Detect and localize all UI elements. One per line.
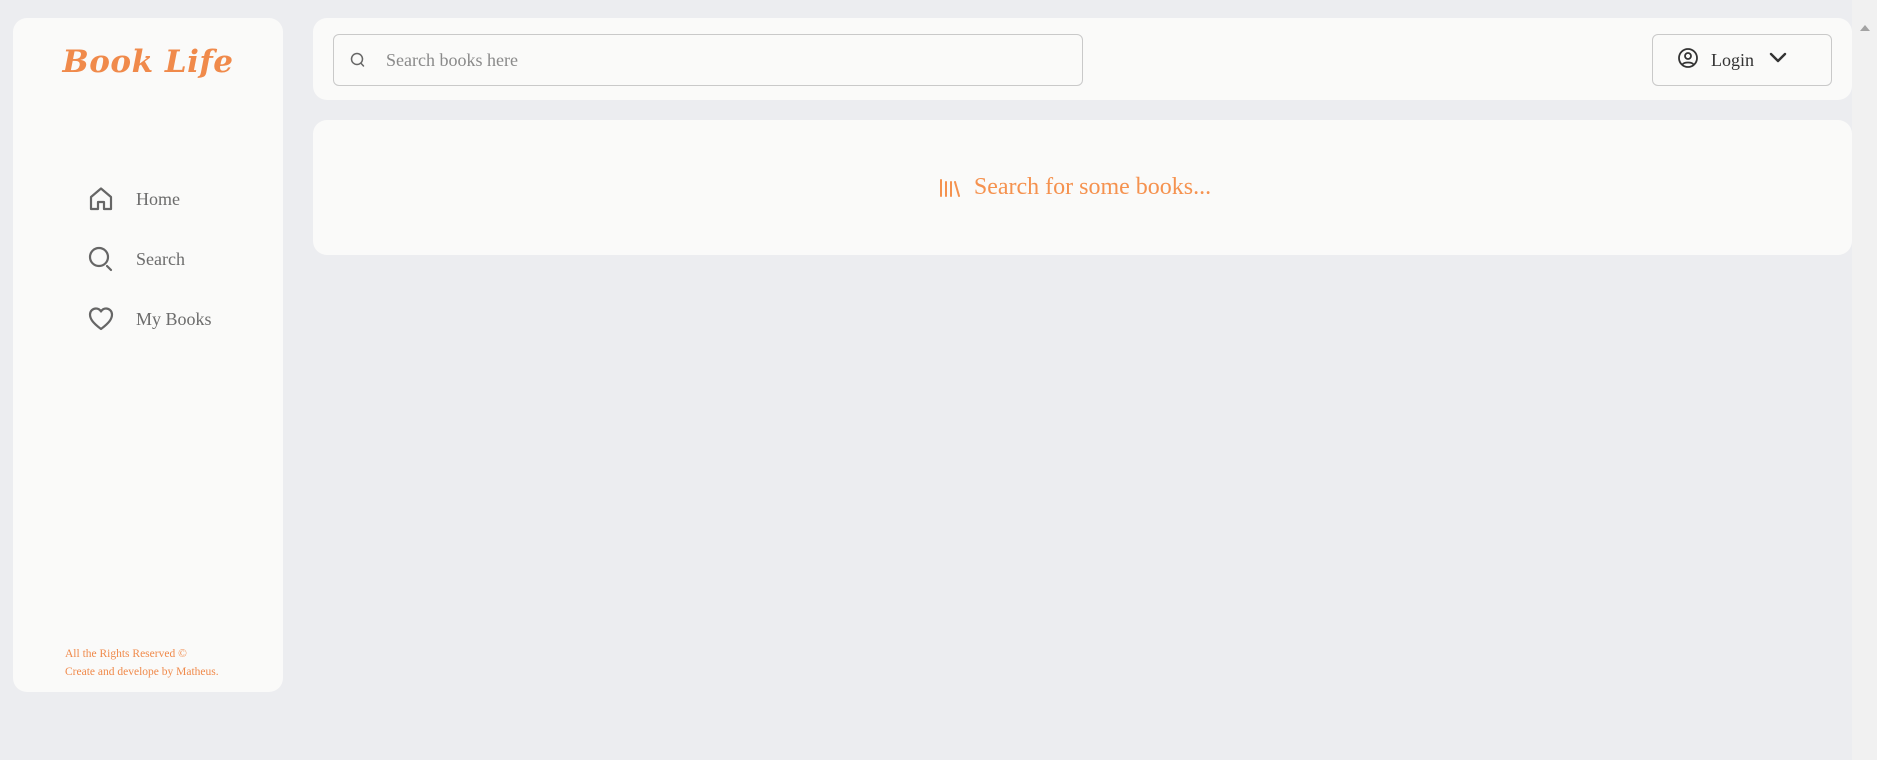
results-panel: Search for some books...: [313, 120, 1852, 255]
chevron-down-icon: [1768, 48, 1788, 73]
sidebar-nav: Home Search My Books: [86, 182, 212, 362]
sidebar-item-label: Search: [136, 248, 185, 269]
search-input[interactable]: [384, 40, 1064, 80]
login-label: Login: [1711, 49, 1754, 70]
search-bar[interactable]: [333, 34, 1083, 86]
heart-icon: [86, 304, 116, 334]
sidebar-item-label: My Books: [136, 308, 212, 329]
sidebar: Book Life Home Search My Books All the R…: [13, 18, 283, 692]
credits-text: Create and develope by Matheus.: [65, 666, 219, 678]
app-logo[interactable]: Book Life: [13, 44, 283, 80]
search-icon: [348, 50, 368, 70]
user-circle-icon: [1677, 47, 1699, 74]
top-bar: Login: [313, 18, 1852, 100]
empty-state-message: Search for some books...: [973, 174, 1212, 200]
empty-state: Search for some books...: [938, 174, 1211, 201]
login-button[interactable]: Login: [1652, 34, 1832, 86]
sidebar-item-search[interactable]: Search: [86, 242, 212, 276]
vertical-scrollbar[interactable]: [1852, 0, 1877, 760]
scroll-up-arrow-icon[interactable]: [1860, 25, 1870, 31]
copyright-text: All the Rights Reserved ©: [65, 648, 187, 660]
search-icon: [86, 244, 116, 274]
library-icon: [938, 176, 962, 200]
sidebar-item-home[interactable]: Home: [86, 182, 212, 216]
sidebar-footer: All the Rights Reserved © Create and dev…: [65, 645, 219, 681]
sidebar-item-label: Home: [136, 188, 180, 209]
home-icon: [86, 184, 116, 214]
sidebar-item-my-books[interactable]: My Books: [86, 302, 212, 336]
